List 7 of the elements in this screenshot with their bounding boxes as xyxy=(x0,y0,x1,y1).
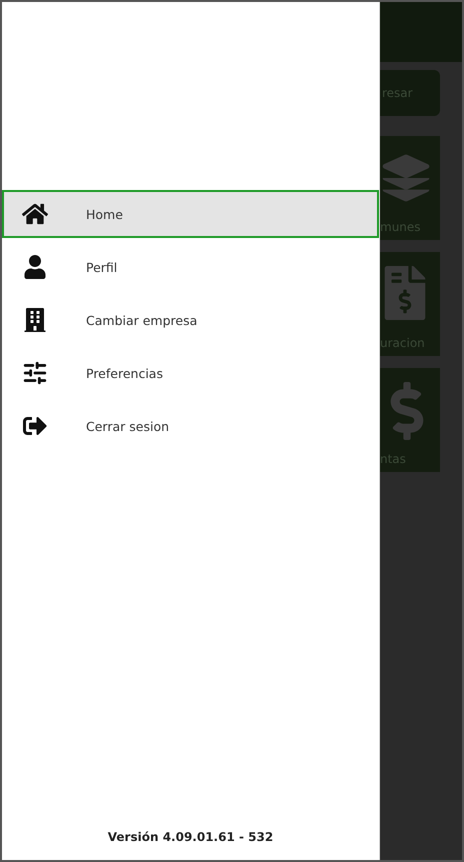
version-text: Versión 4.09.01.61 - 532 xyxy=(106,830,274,846)
menu-item[interactable]: Home xyxy=(2,190,379,238)
sliders-icon xyxy=(22,360,48,386)
building-icon xyxy=(23,308,47,332)
person-icon xyxy=(23,255,47,279)
home-icon xyxy=(22,201,48,227)
logout-icon xyxy=(23,414,47,438)
